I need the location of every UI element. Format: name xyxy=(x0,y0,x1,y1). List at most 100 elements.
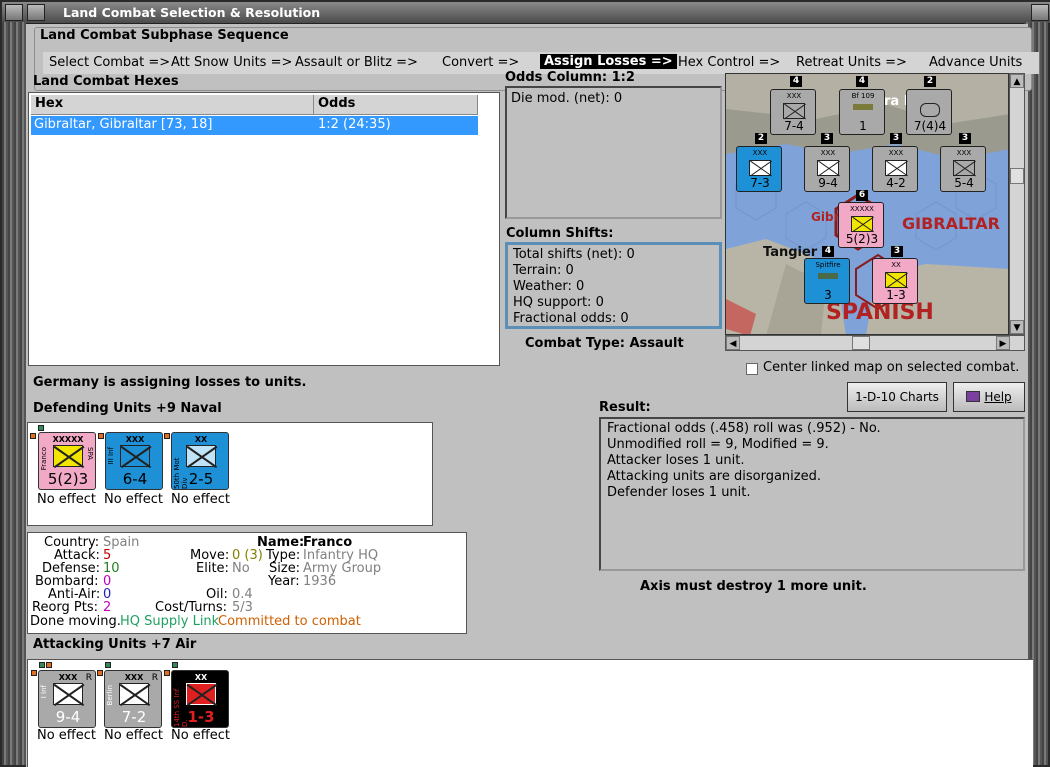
map-unit-size: XXX xyxy=(888,149,904,157)
attacking-title: Attacking Units +7 Air xyxy=(33,637,197,652)
scroll-left-icon[interactable]: ◀ xyxy=(726,336,740,350)
center-map-label: Center linked map on selected combat. xyxy=(763,360,1020,375)
defending-units-panel: XXXXX Franco SPA 5(2)3 No effect XXX III… xyxy=(27,422,433,526)
map-vertical-scrollbar[interactable]: ▲ ▼ xyxy=(1009,73,1025,335)
map-unit-selected[interactable]: XXXXX 5(2)3 xyxy=(838,202,884,248)
attacking-units-panel: XXX R I Inf 9-4 No effect XXX R Berlin 7… xyxy=(27,659,1033,767)
unit-strength: 6-4 xyxy=(122,470,148,488)
unit-size: XX xyxy=(194,435,208,444)
map-unit-strength: 7-4 xyxy=(784,119,804,133)
status-dot xyxy=(164,670,170,676)
stack-count: 6 xyxy=(856,190,868,201)
hex-cell: Gibraltar, Gibraltar [73, 18] xyxy=(34,117,213,132)
minimize-button[interactable] xyxy=(27,4,45,21)
result-line: Defender loses 1 unit. xyxy=(607,485,751,500)
map-unit-strength: 3 xyxy=(824,288,832,302)
infantry-icon xyxy=(885,272,907,288)
map-unit[interactable]: 7(4)4 xyxy=(906,89,952,135)
map-unit[interactable]: XXX 9-4 xyxy=(804,146,850,192)
reorg-value: 2 xyxy=(103,600,112,615)
hex-row[interactable]: Gibraltar, Gibraltar [73, 18] 1:2 (24:35… xyxy=(31,116,478,135)
charts-button[interactable]: 1-D-10 Charts xyxy=(847,382,947,412)
hexes-title: Land Combat Hexes xyxy=(33,74,179,89)
unit-name: Berlin xyxy=(106,685,114,706)
unit-strength: 7-2 xyxy=(121,708,147,726)
status-dot xyxy=(172,662,178,668)
status-text: Germany is assigning losses to units. xyxy=(33,375,307,390)
horizontal-scroll-thumb[interactable] xyxy=(852,336,870,350)
unit-details-panel: Country: Spain Name: Franco Attack: 5 Mo… xyxy=(27,532,467,634)
step-att-snow-units[interactable]: Att Snow Units => xyxy=(171,55,292,70)
odds-column-header[interactable]: Odds xyxy=(314,95,478,115)
defending-unit-50th-mot[interactable]: XX 50th Mot Div 2-5 xyxy=(171,432,229,490)
attacking-unit-14th-ss[interactable]: XX 14th SS Inf D. 1-3 xyxy=(171,670,229,728)
aircraft-icon xyxy=(818,273,838,279)
map-horizontal-scrollbar[interactable]: ◀ ▶ xyxy=(725,335,1025,351)
odds-column-title: Odds Column: 1:2 xyxy=(505,70,635,85)
status-dot xyxy=(164,433,170,439)
step-select-combat[interactable]: Select Combat => xyxy=(49,55,170,70)
map-air-unit[interactable]: Bf 109 1 xyxy=(839,89,885,135)
infantry-icon xyxy=(749,160,771,176)
map-air-unit[interactable]: Spitfire 3 xyxy=(804,258,850,304)
reorg-label: Reorg Pts: xyxy=(32,600,98,615)
attacking-unit-i-inf[interactable]: XXX R I Inf 9-4 xyxy=(38,670,96,728)
attacking-unit-berlin[interactable]: XXX R Berlin 7-2 xyxy=(104,670,162,728)
mechanized-icon xyxy=(119,683,149,705)
hex-column-header[interactable]: Hex xyxy=(31,95,314,115)
unit-name: III Inf xyxy=(107,447,115,465)
done-moving: Done moving. xyxy=(30,614,121,629)
vertical-scroll-thumb[interactable] xyxy=(1010,168,1024,184)
title-bar[interactable]: Land Combat Selection & Resolution xyxy=(2,2,1050,24)
committed-status: Committed to combat xyxy=(218,614,361,629)
scroll-up-icon[interactable]: ▲ xyxy=(1010,74,1024,88)
unit-flag: R xyxy=(85,673,92,683)
motorized-infantry-icon xyxy=(186,445,216,467)
step-assign-losses[interactable]: Assign Losses => xyxy=(540,54,677,69)
result-line: Attacking units are disorganized. xyxy=(607,469,821,484)
map-unit-type: Spitfire xyxy=(815,261,841,269)
defending-unit-franco[interactable]: XXXXX Franco SPA 5(2)3 xyxy=(38,432,96,490)
step-hex-control[interactable]: Hex Control => xyxy=(678,55,780,70)
hexes-list[interactable]: Hex Odds Gibraltar, Gibraltar [73, 18] 1… xyxy=(28,92,500,366)
map-unit-strength: 5(2)3 xyxy=(845,232,879,246)
unit-country: SPA xyxy=(86,447,94,461)
shift-total: Total shifts (net): 0 xyxy=(513,247,635,262)
step-advance-units[interactable]: Advance Units xyxy=(929,55,1022,70)
map-unit[interactable]: XXX 7-4 xyxy=(770,89,816,135)
infantry-icon xyxy=(783,103,805,119)
system-menu-button[interactable] xyxy=(5,4,23,21)
map-unit-size: XXX xyxy=(786,92,802,100)
step-retreat-units[interactable]: Retreat Units => xyxy=(796,55,907,70)
map-unit-strength: 5-4 xyxy=(954,176,974,190)
defending-unit-iii-inf[interactable]: XXX III Inf 6-4 xyxy=(105,432,163,490)
shift-hq-support: HQ support: 0 xyxy=(513,295,604,310)
status-dot xyxy=(31,670,37,676)
step-assault-or-blitz[interactable]: Assault or Blitz => xyxy=(295,55,418,70)
unit-size: XXXXX xyxy=(52,435,84,444)
result-footer: Axis must destroy 1 more unit. xyxy=(640,579,867,594)
result-line: Unmodified roll = 9, Modified = 9. xyxy=(607,437,829,452)
unit-size: XXX xyxy=(125,435,145,444)
map-unit[interactable]: XXX 7-3 xyxy=(736,146,782,192)
result-line: Fractional odds (.458) roll was (.952) -… xyxy=(607,421,881,436)
unit-strength: 5(2)3 xyxy=(47,470,89,488)
step-convert[interactable]: Convert => xyxy=(442,55,519,70)
window-title: Land Combat Selection & Resolution xyxy=(63,5,321,20)
unit-effect: No effect xyxy=(37,728,97,743)
unit-effect: No effect xyxy=(171,492,231,507)
center-map-checkbox[interactable] xyxy=(746,363,758,375)
map-unit[interactable]: XXX 5-4 xyxy=(940,146,986,192)
map-unit-type: Bf 109 xyxy=(851,92,875,100)
unit-flag: R xyxy=(151,673,158,683)
shift-fractional-odds: Fractional odds: 0 xyxy=(513,311,629,326)
map-unit-strength: 9-4 xyxy=(818,176,838,190)
scroll-down-icon[interactable]: ▼ xyxy=(1010,320,1024,334)
help-button[interactable]: Help xyxy=(953,382,1025,412)
map-unit[interactable]: XX 1-3 xyxy=(872,258,918,304)
scroll-right-icon[interactable]: ▶ xyxy=(996,336,1010,350)
map-label-gibraltar: GIBRALTAR xyxy=(902,214,1000,233)
linked-map[interactable]: ra Neva GIBRALTAR Gibr Tangier SPANISH X… xyxy=(725,73,1009,335)
close-button[interactable] xyxy=(1031,4,1049,21)
map-unit[interactable]: XXX 4-2 xyxy=(872,146,918,192)
